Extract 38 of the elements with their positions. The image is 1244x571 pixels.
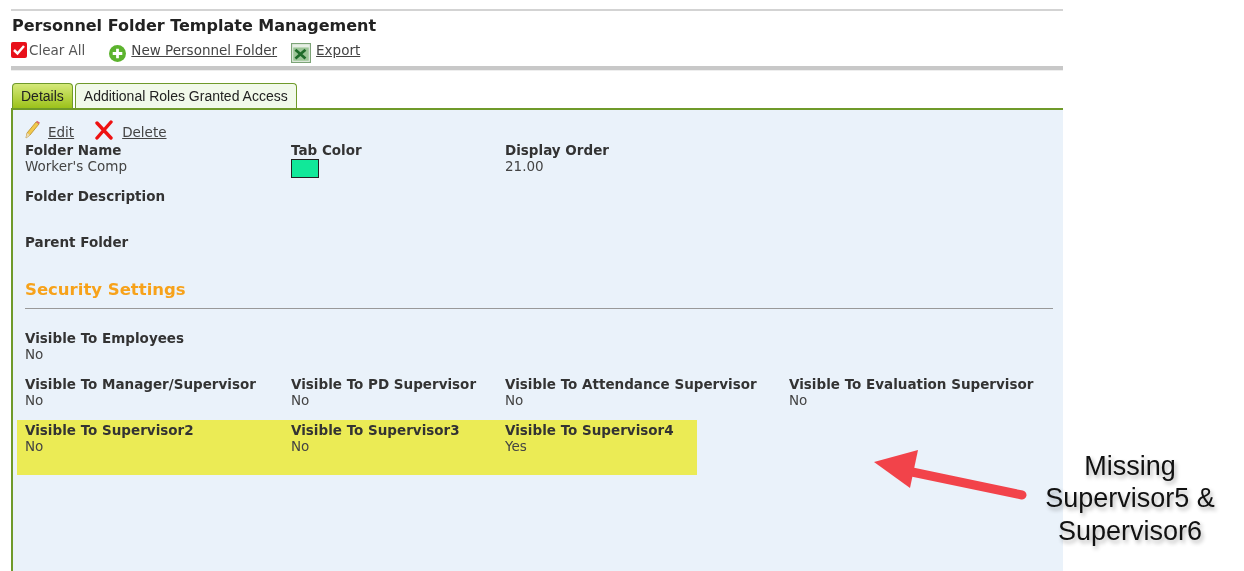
field-label: Tab Color (291, 142, 363, 158)
field-label: Display Order (505, 142, 610, 158)
toolbar-link[interactable]: New Personnel Folder (131, 42, 278, 58)
field-value: Worker's Comp (25, 158, 128, 174)
field-value: No (25, 346, 45, 362)
toolbar-label[interactable]: Clear All (29, 42, 86, 58)
action-link[interactable]: Edit (48, 124, 75, 140)
field-label: Visible To Manager/Supervisor (25, 376, 257, 392)
action-link[interactable]: Delete (122, 124, 167, 140)
field-value: No (25, 438, 45, 454)
section-heading: Security Settings (25, 280, 187, 299)
field-value: No (789, 392, 809, 408)
field-label: Visible To Evaluation Supervisor (789, 376, 1035, 392)
field-value: No (505, 392, 525, 408)
page-title: Personnel Folder Template Management (11, 15, 378, 35)
field-value: No (291, 438, 311, 454)
field-label: Visible To Supervisor2 (25, 422, 195, 438)
field-value: Yes (505, 438, 528, 454)
field-label: Folder Name (25, 142, 123, 158)
field-value: No (25, 392, 45, 408)
spreadsheet-icon[interactable] (291, 43, 312, 63)
checkbox-icon[interactable] (11, 42, 27, 58)
field-label: Folder Description (25, 188, 167, 204)
field-label: Visible To PD Supervisor (291, 376, 478, 392)
tab[interactable]: Additional Roles Granted Access (74, 83, 297, 108)
cross-icon[interactable] (94, 120, 115, 140)
plus-icon[interactable] (109, 44, 127, 62)
field-label: Visible To Supervisor4 (505, 422, 675, 438)
field-label: Visible To Employees (25, 330, 186, 346)
tab[interactable]: Details (12, 83, 73, 108)
field-label: Parent Folder (25, 234, 130, 250)
annotation-text: Missing Supervisor5 & Supervisor6 (1044, 450, 1216, 548)
field-label: Visible To Attendance Supervisor (505, 376, 758, 392)
toolbar-link[interactable]: Export (316, 42, 361, 58)
field-label: Visible To Supervisor3 (291, 422, 461, 438)
field-value: No (291, 392, 311, 408)
pencil-icon[interactable] (24, 120, 40, 140)
field-value: 21.00 (505, 158, 545, 174)
